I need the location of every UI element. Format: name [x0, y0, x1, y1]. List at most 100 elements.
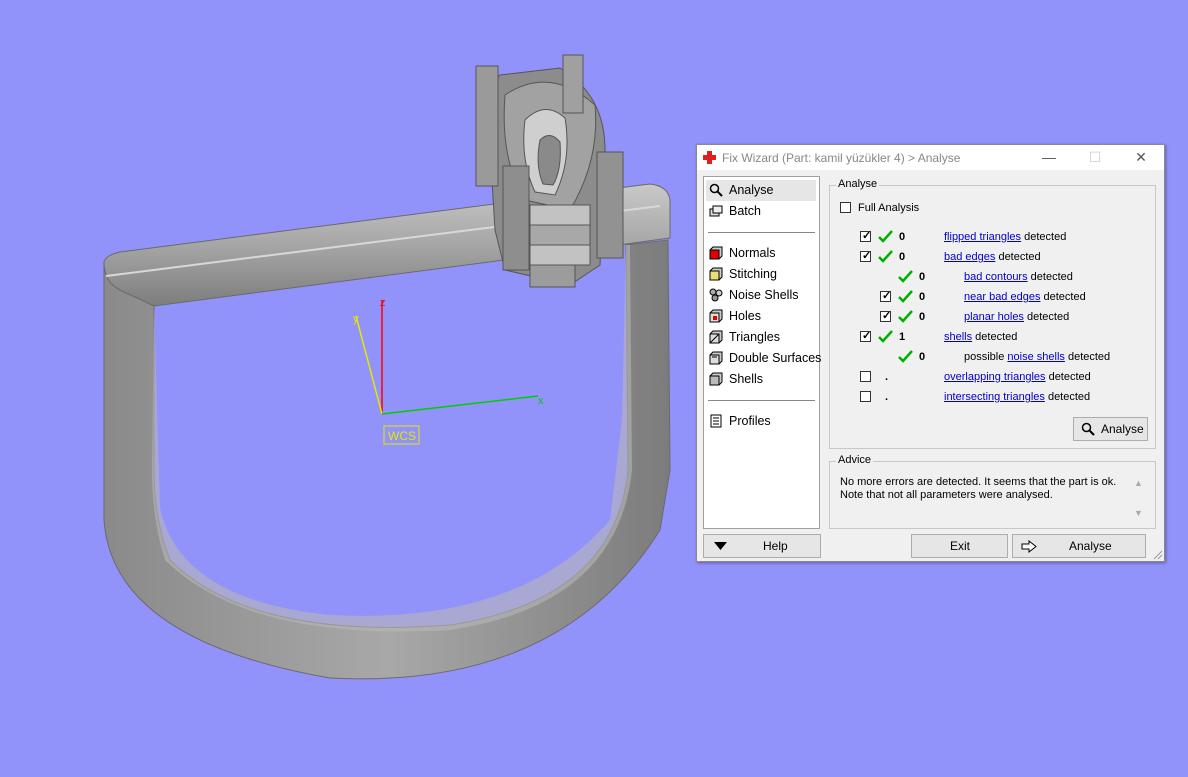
sidebar-item-stitching[interactable]: Stitching: [706, 264, 816, 285]
arrow-right-icon: [1021, 540, 1037, 553]
analysis-row-suffix: detected: [995, 251, 1041, 263]
magnifier-icon: [1081, 422, 1095, 436]
analysis-row-link[interactable]: bad contours: [964, 271, 1028, 283]
analysis-row: ✓ 0 near bad edges detected: [830, 289, 1150, 307]
green-check-icon: [898, 310, 913, 323]
green-check-icon: [878, 250, 893, 263]
analyse-next-button-label: Analyse: [1069, 539, 1112, 553]
analysis-row-checkbox[interactable]: ✓: [860, 230, 871, 242]
title-bar[interactable]: Fix Wizard (Part: kamil yüzükler 4) > An…: [697, 145, 1164, 170]
sidebar-item-noise-shells[interactable]: Noise Shells: [706, 285, 816, 306]
analysis-row-count: .: [885, 371, 889, 383]
scroll-up-icon[interactable]: ▲: [1134, 478, 1143, 488]
sidebar-item-double-surfaces[interactable]: Double Surfaces: [706, 348, 821, 369]
analysis-row-count: 0: [919, 291, 926, 303]
analysis-row-text: bad contours detected: [964, 271, 1073, 283]
analysis-row-link[interactable]: shells: [944, 331, 972, 343]
analysis-row: 0 possible noise shells detected: [830, 349, 1150, 367]
analysis-row: ✓ 0 planar holes detected: [830, 309, 1150, 327]
scroll-down-icon[interactable]: ▼: [1134, 508, 1143, 518]
triangles-cube-icon: [709, 330, 723, 344]
triangle-down-icon: [714, 542, 727, 550]
analysis-row-suffix: detected: [1040, 291, 1086, 303]
analysis-row-link[interactable]: overlapping triangles: [944, 371, 1046, 383]
green-check-icon: [898, 350, 913, 363]
analysis-row: . overlapping triangles detected: [830, 369, 1150, 387]
analysis-row-count: 0: [919, 351, 926, 363]
sidebar-item-normals[interactable]: Normals: [706, 243, 816, 264]
analysis-row-checkbox[interactable]: [860, 371, 871, 382]
analysis-row-suffix: detected: [1027, 271, 1073, 283]
sidebar-item-triangles[interactable]: Triangles: [706, 327, 816, 348]
sidebar-item-analyse[interactable]: Analyse: [706, 180, 816, 201]
analysis-row-count: .: [885, 391, 889, 403]
analysis-row-text: intersecting triangles detected: [944, 391, 1090, 403]
analysis-row-suffix: detected: [1023, 311, 1070, 323]
analysis-row-checkbox[interactable]: ✓: [860, 330, 871, 342]
exit-button[interactable]: Exit: [911, 534, 1008, 558]
analysis-row: ✓ 1 shells detected: [830, 329, 1150, 347]
shells-cube-icon: [709, 372, 723, 386]
analyse-group-button-label: Analyse: [1101, 422, 1144, 436]
analysis-row-link[interactable]: planar holes: [964, 311, 1024, 323]
advice-text: No more errors are detected. It seems th…: [840, 476, 1117, 501]
analysis-row-count: 0: [919, 311, 926, 323]
analysis-row-suffix: detected: [1064, 351, 1111, 363]
analysis-row-checkbox[interactable]: ✓: [880, 290, 891, 302]
green-check-icon: [898, 270, 913, 283]
full-analysis-checkbox[interactable]: [840, 202, 851, 213]
normals-cube-icon: [709, 246, 723, 260]
analysis-row: 0 bad contours detected: [830, 269, 1150, 287]
analysis-row-count: 1: [899, 331, 906, 343]
analysis-row-suffix: detected: [1021, 231, 1067, 243]
analysis-row-text: bad edges detected: [944, 251, 1041, 263]
analysis-row-link[interactable]: flipped triangles: [944, 231, 1021, 243]
analysis-row-text: possible noise shells detected: [964, 351, 1110, 363]
analyse-group-button[interactable]: Analyse: [1073, 417, 1148, 441]
analysis-row: . intersecting triangles detected: [830, 389, 1150, 407]
analysis-row-suffix: detected: [1044, 391, 1091, 403]
analysis-row: ✓ 0 flipped triangles detected: [830, 229, 1150, 247]
analysis-row-link[interactable]: intersecting triangles: [944, 391, 1045, 403]
wcs-axes: z y x WCS: [353, 297, 544, 445]
batch-icon: [709, 205, 723, 217]
analysis-row-checkbox[interactable]: ✓: [880, 310, 891, 322]
analysis-row: ✓ 0 bad edges detected: [830, 249, 1150, 267]
red-cross-icon: [703, 151, 716, 164]
close-button[interactable]: ✕: [1118, 145, 1164, 170]
analysis-row-checkbox[interactable]: ✓: [860, 250, 871, 262]
sidebar-item-holes[interactable]: Holes: [706, 306, 816, 327]
ring-model: [103, 54, 671, 680]
noise-shells-icon: [709, 288, 723, 302]
sidebar-separator: [708, 400, 815, 401]
analysis-row-text: planar holes detected: [964, 311, 1069, 323]
resize-grip-icon[interactable]: [1153, 550, 1163, 560]
fix-wizard-dialog: Fix Wizard (Part: kamil yüzükler 4) > An…: [696, 144, 1165, 562]
help-button[interactable]: Help: [703, 534, 821, 558]
full-analysis-option[interactable]: Full Analysis: [840, 200, 1040, 218]
analyse-group-title: Analyse: [836, 178, 880, 190]
analysis-row-link[interactable]: noise shells: [1007, 351, 1064, 363]
sidebar-separator: [708, 232, 815, 233]
analysis-row-suffix: detected: [1045, 371, 1091, 383]
sidebar-item-profiles[interactable]: Profiles: [706, 411, 816, 432]
wizard-sidebar: Analyse Batch Normals Stitching Noise Sh…: [703, 176, 821, 529]
help-button-label: Help: [763, 539, 788, 553]
analyse-next-button[interactable]: Analyse: [1012, 534, 1146, 558]
analysis-row-link[interactable]: bad edges: [944, 251, 995, 263]
analysis-row-checkbox[interactable]: [860, 391, 871, 402]
sidebar-item-batch[interactable]: Batch: [706, 201, 816, 222]
green-check-icon: [878, 330, 893, 343]
holes-cube-icon: [709, 309, 723, 323]
minimize-button[interactable]: —: [1026, 145, 1072, 170]
analysis-row-count: 0: [919, 271, 926, 283]
z-axis-label: z: [380, 297, 386, 309]
window-title: Fix Wizard (Part: kamil yüzükler 4) > An…: [722, 151, 961, 165]
analysis-row-link[interactable]: near bad edges: [964, 291, 1040, 303]
double-surfaces-cube-icon: [709, 351, 723, 365]
analysis-row-text: flipped triangles detected: [944, 231, 1066, 243]
advice-group-title: Advice: [836, 454, 874, 466]
x-axis-label: x: [538, 395, 544, 407]
sidebar-item-shells[interactable]: Shells: [706, 369, 816, 390]
wcs-label: WCS: [388, 429, 416, 443]
